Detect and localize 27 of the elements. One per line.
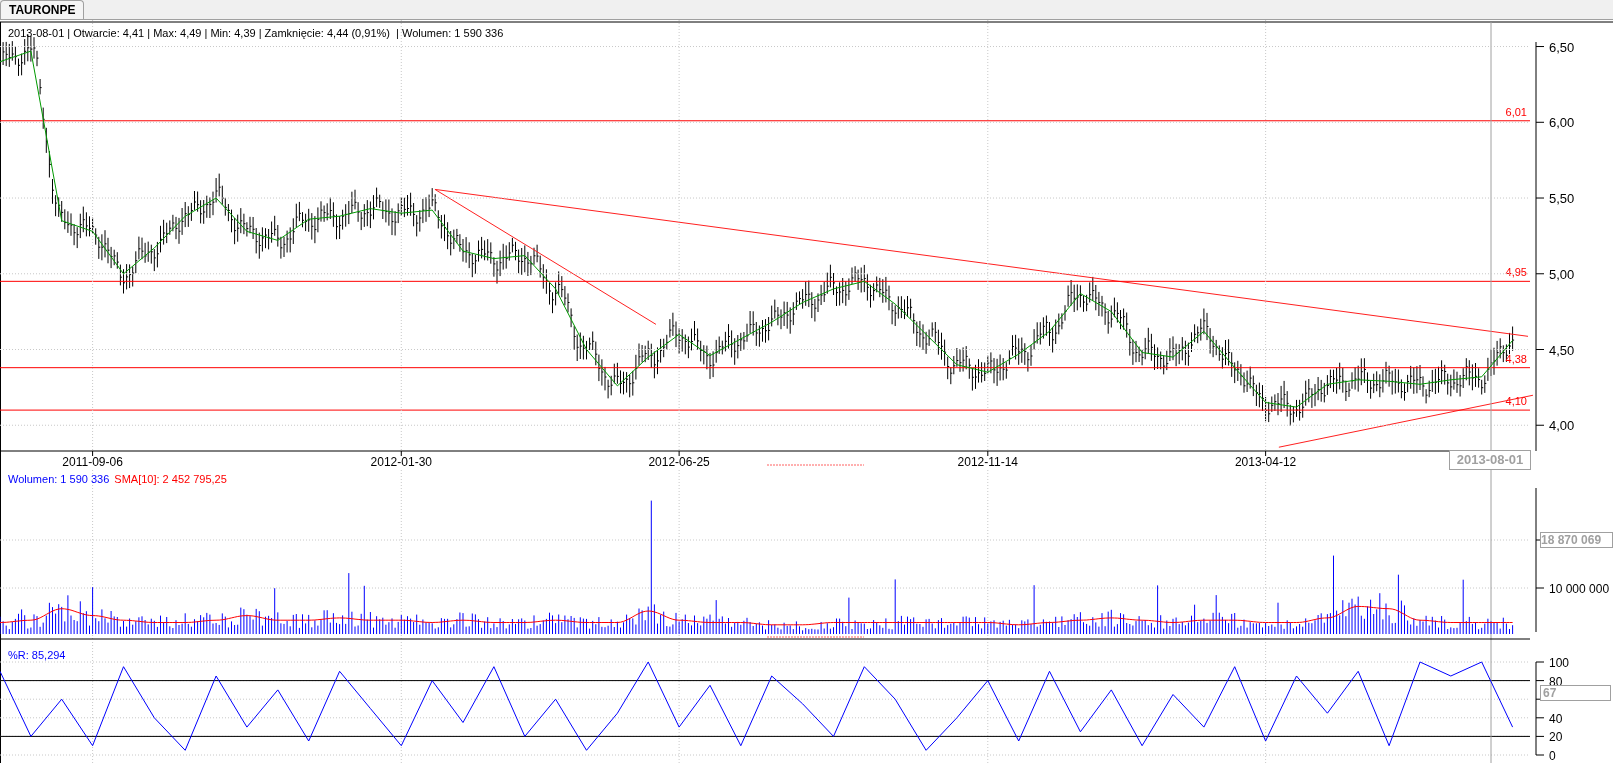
axis-label: 4,50 <box>1549 342 1575 358</box>
legend-text: SMA[10]: 2 452 795,25 <box>114 472 227 487</box>
date-label: 2012-11-14 <box>957 455 1019 469</box>
level-label: 4,10 <box>1505 395 1527 408</box>
date-label: 2012-01-30 <box>370 455 432 469</box>
axis-label: 100 <box>1549 656 1570 670</box>
cursor-value-label: 67 <box>1540 685 1611 701</box>
axis-label: 5,50 <box>1549 191 1575 207</box>
date-label: 2013-04-12 <box>1234 455 1297 469</box>
axis-label: 20 <box>1549 730 1563 745</box>
axis-label: 10 000 000 <box>1549 582 1610 596</box>
axis-label: 40 <box>1549 711 1563 726</box>
axis-label: 4,00 <box>1549 418 1575 434</box>
level-label: 4,95 <box>1505 266 1527 279</box>
axis-label: 6,00 <box>1549 115 1575 131</box>
level-label: 6,01 <box>1505 105 1527 118</box>
axis-label: 6,50 <box>1549 39 1575 55</box>
axis-label: 0 <box>1549 749 1556 763</box>
cursor-value-label: 18 870 069 <box>1540 532 1613 548</box>
date-label: 2011-09-06 <box>62 455 123 469</box>
axis-label: 5,00 <box>1549 266 1575 282</box>
legend-text: Wolumen: 1 590 336 <box>8 472 110 487</box>
cursor-date-label: 2013-08-01 <box>1449 450 1531 470</box>
chart-tab[interactable]: TAURONPE <box>0 0 85 19</box>
indicator-legend: %R: 85,294 <box>8 647 66 664</box>
date-label: 2012-06-25 <box>648 455 710 469</box>
ohlc-info: 2013-08-01 | Otwarcie: 4,41 | Max: 4,49 | Min: 4,39 | Zamknięcie: 4,44 (0,91%) | Wolumen: 1 590 336 <box>8 26 504 41</box>
